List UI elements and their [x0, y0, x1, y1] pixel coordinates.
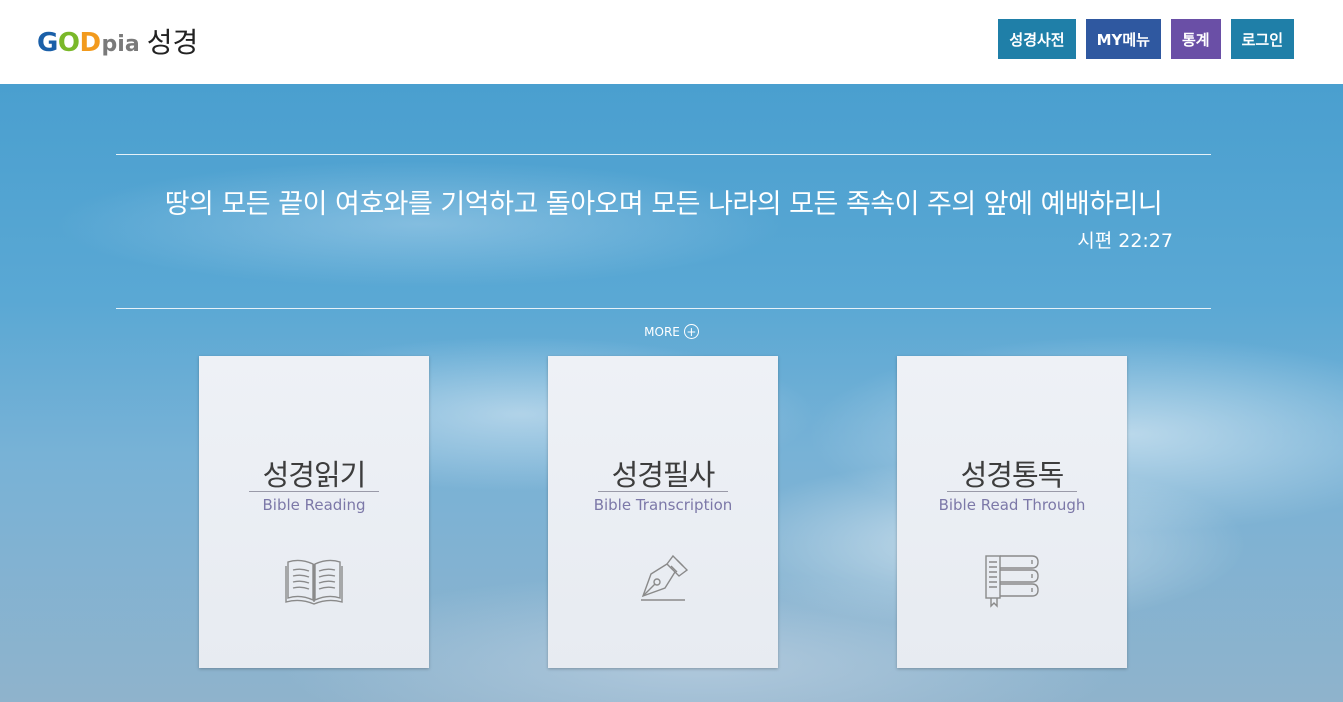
fountain-pen-icon [641, 554, 689, 601]
logo-bible-text: 성경 [146, 26, 199, 59]
more-label: MORE [644, 324, 680, 339]
daily-verse-text: 땅의 모든 끝이 여호와를 기억하고 돌아오며 모든 나라의 모든 족속이 주의… [164, 189, 1163, 220]
statistics-button[interactable]: 통계 [1170, 19, 1221, 59]
logo-letter-d: D [79, 28, 101, 58]
bible-transcription-card[interactable]: 성경필사 Bible Transcription [548, 356, 778, 668]
login-button[interactable]: 로그인 [1230, 19, 1294, 59]
open-book-icon [285, 559, 343, 605]
card-title-underline [598, 491, 728, 492]
top-navigation: 성경사전 MY메뉴 통계 로그인 [998, 19, 1294, 59]
my-menu-button[interactable]: MY메뉴 [1085, 19, 1161, 59]
logo-pia: pia [101, 32, 140, 57]
card-subtitle: Bible Transcription [593, 496, 733, 514]
plus-circle-icon: + [683, 324, 699, 339]
verse-reference: 시편 22:27 [1077, 230, 1173, 252]
card-title: 성경필사 [611, 458, 716, 492]
bible-dictionary-button[interactable]: 성경사전 [998, 19, 1076, 59]
logo-letter-g: G [37, 28, 58, 58]
bible-reading-card[interactable]: 성경읽기 Bible Reading [199, 356, 429, 668]
sky-hero-section: 땅의 모든 끝이 여호와를 기억하고 돌아오며 모든 나라의 모든 족속이 주의… [0, 84, 1343, 702]
card-subtitle: Bible Reading [262, 496, 366, 514]
logo-letter-o: O [57, 28, 80, 58]
card-title-underline [249, 491, 379, 492]
card-title: 성경통독 [960, 458, 1065, 492]
verse-divider-top [116, 154, 1211, 155]
card-subtitle: Bible Read Through [938, 496, 1086, 514]
bible-read-through-card[interactable]: 성경통독 Bible Read Through [897, 356, 1127, 668]
site-header: G O D pia 성경 성경사전 MY메뉴 통계 로그인 [0, 0, 1343, 84]
more-link[interactable]: MORE + [0, 324, 1343, 339]
godpia-logo[interactable]: G O D pia 성경 [37, 20, 198, 59]
stacked-books-icon [985, 555, 1039, 608]
verse-divider-bottom [116, 308, 1211, 309]
card-title: 성경읽기 [262, 458, 367, 492]
card-title-underline [947, 491, 1077, 492]
